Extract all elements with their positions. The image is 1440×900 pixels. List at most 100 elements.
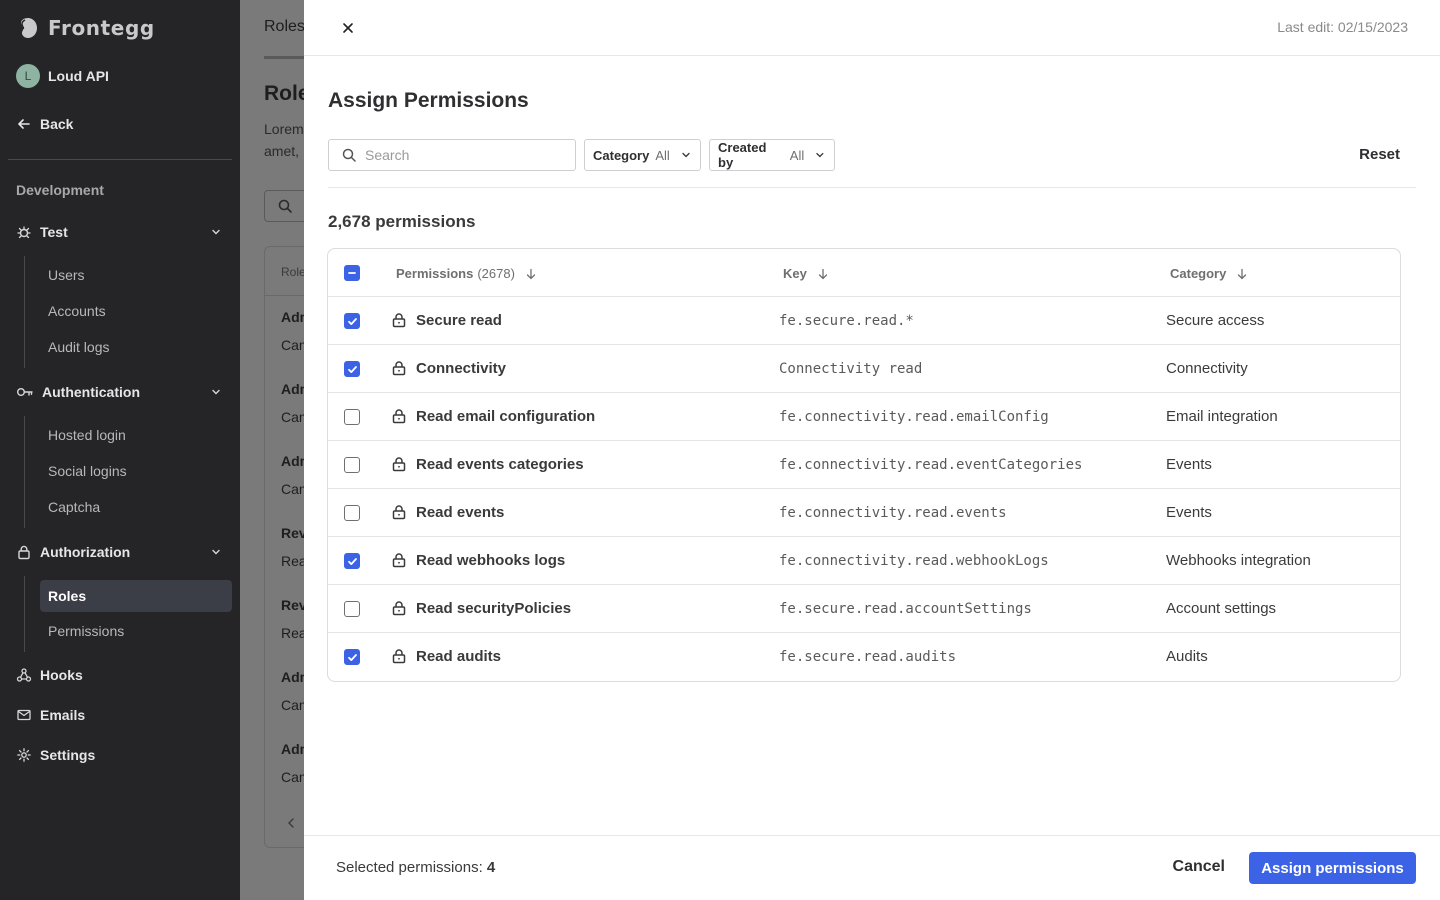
table-row[interactable]: Read audits fe.secure.read.audits Audits (328, 633, 1400, 681)
column-category[interactable]: Category (1170, 266, 1248, 281)
footer-divider (304, 835, 1440, 836)
sidebar-item-settings[interactable]: Settings (16, 747, 95, 763)
close-button[interactable] (338, 18, 358, 38)
sidebar-item-accounts[interactable]: Accounts (48, 303, 106, 319)
search-icon (278, 199, 292, 213)
lock-icon (392, 649, 406, 664)
bg-cell: Rev (281, 525, 307, 541)
row-checkbox[interactable] (344, 553, 360, 569)
bg-cell: Rea (281, 625, 307, 641)
bg-desc-line: Lorem (264, 121, 304, 137)
search-icon (342, 148, 356, 162)
bg-row: Rev Rea (281, 594, 307, 644)
back-label: Back (40, 116, 74, 132)
permission-key: Connectivity read (779, 361, 923, 377)
row-checkbox[interactable] (344, 601, 360, 617)
sidebar: Frontegg L Loud API Back Development Tes… (0, 0, 240, 900)
table-row[interactable]: Secure read fe.secure.read.* Secure access (328, 297, 1400, 345)
lock-icon (392, 361, 406, 376)
row-checkbox[interactable] (344, 649, 360, 665)
row-checkbox[interactable] (344, 313, 360, 329)
column-permissions[interactable]: Permissions (2678) (396, 266, 537, 281)
key-icon (17, 387, 33, 396)
filter-value: All (789, 147, 805, 163)
account-name: Loud API (48, 68, 109, 84)
bg-cell: Rea (281, 553, 307, 569)
permission-category: Connectivity (1166, 360, 1248, 377)
cancel-button[interactable]: Cancel (1173, 858, 1225, 876)
bg-cell: Rev (281, 597, 307, 613)
sidebar-item-permissions[interactable]: Permissions (48, 623, 124, 639)
lock-icon (392, 313, 406, 328)
permission-category: Email integration (1166, 408, 1278, 425)
created-by-filter[interactable]: Created by All (709, 139, 835, 171)
brand[interactable]: Frontegg (16, 16, 155, 40)
nav-group-authentication[interactable]: Authentication (16, 380, 224, 404)
table-row[interactable]: Read events fe.connectivity.read.events Ev… (328, 489, 1400, 537)
table-row[interactable]: Read events categories fe.connectivity.re… (328, 441, 1400, 489)
mail-icon (17, 709, 31, 721)
arrow-down-icon (526, 268, 536, 279)
reset-button[interactable]: Reset (1359, 146, 1400, 163)
section-label: Development (16, 182, 104, 198)
permission-key: fe.connectivity.read.webhookLogs (779, 553, 1049, 569)
permission-category: Webhooks integration (1166, 552, 1311, 569)
permission-name: Read events (416, 504, 505, 521)
nav-group-authorization[interactable]: Authorization (16, 540, 224, 564)
permission-name: Read webhooks logs (416, 552, 566, 569)
table-row[interactable]: Read webhooks logs fe.connectivity.read.w… (328, 537, 1400, 585)
lock-icon (392, 553, 406, 568)
assign-permissions-button[interactable]: Assign permissions (1249, 852, 1416, 884)
sidebar-item-users[interactable]: Users (48, 267, 85, 283)
header-divider (304, 55, 1440, 56)
lock-icon (392, 409, 406, 424)
sidebar-item-hosted-login[interactable]: Hosted login (48, 427, 126, 443)
minus-icon (348, 272, 356, 274)
arrow-left-icon (18, 119, 30, 129)
permissions-table: Permissions (2678) Key Category Secure r… (327, 248, 1401, 682)
nav-group-test[interactable]: Test (16, 220, 224, 244)
chevron-down-icon (816, 152, 824, 158)
select-all-checkbox[interactable] (344, 265, 360, 281)
bg-description: Lorem amet, (264, 118, 304, 162)
permission-name: Read securityPolicies (416, 600, 572, 617)
row-checkbox[interactable] (344, 361, 360, 377)
table-row[interactable]: Read securityPolicies fe.secure.read.acco… (328, 585, 1400, 633)
nav-label: Settings (40, 747, 96, 763)
check-icon (347, 317, 357, 325)
nav-group-label: Authorization (40, 544, 131, 560)
category-filter[interactable]: Category All (584, 139, 701, 171)
back-link[interactable]: Back (16, 116, 73, 132)
chevron-down-icon (212, 229, 220, 235)
row-checkbox[interactable] (344, 457, 360, 473)
row-checkbox[interactable] (344, 409, 360, 425)
search-field[interactable] (328, 139, 576, 171)
sidebar-item-hooks[interactable]: Hooks (16, 667, 83, 683)
row-checkbox[interactable] (344, 505, 360, 521)
table-row[interactable]: Connectivity Connectivity read Connectivit… (328, 345, 1400, 393)
sidebar-item-emails[interactable]: Emails (16, 707, 85, 723)
table-row[interactable]: Read email configuration fe.connectivity.… (328, 393, 1400, 441)
bg-title: Role (264, 82, 310, 105)
permission-name: Read email configuration (416, 408, 596, 425)
chevron-left-icon (288, 818, 294, 828)
sidebar-item-captcha[interactable]: Captcha (48, 499, 100, 515)
search-input[interactable] (365, 147, 555, 163)
sidebar-item-audit-logs[interactable]: Audit logs (48, 339, 109, 355)
filter-label: Created by (718, 140, 767, 170)
bug-icon (17, 226, 31, 239)
account-switcher[interactable]: L Loud API (16, 64, 109, 88)
permission-category: Events (1166, 504, 1212, 521)
hooks-icon (16, 668, 32, 682)
nav-group-label: Authentication (42, 384, 140, 400)
sidebar-item-roles[interactable]: Roles (40, 580, 232, 612)
permission-key: fe.secure.read.audits (779, 649, 957, 665)
sidebar-item-social-logins[interactable]: Social logins (48, 463, 127, 479)
permission-category: Secure access (1166, 312, 1265, 329)
column-key[interactable]: Key (783, 266, 829, 281)
nav-subline (24, 576, 25, 652)
permissions-count: 2,678 permissions (328, 212, 476, 231)
chevron-down-icon (212, 549, 220, 555)
brand-name: Frontegg (48, 16, 155, 40)
permission-key: fe.connectivity.read.events (779, 505, 1007, 521)
